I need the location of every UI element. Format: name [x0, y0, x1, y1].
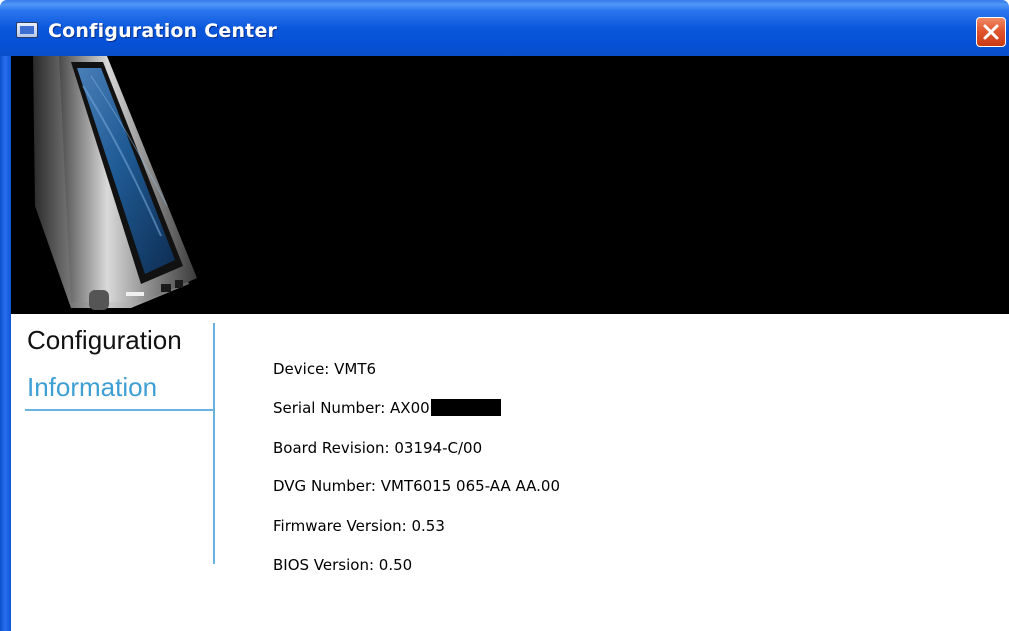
tablet-device-image	[33, 56, 197, 310]
window-title: Configuration Center	[48, 20, 278, 42]
nav-item-underline	[25, 409, 214, 411]
nav-heading: Configuration	[27, 325, 182, 355]
title-bar[interactable]: Configuration Center	[0, 0, 1009, 56]
serial-number-text: Serial Number: AX00	[273, 399, 430, 417]
close-button[interactable]	[976, 17, 1006, 47]
nav-item-information[interactable]: Information	[27, 372, 157, 403]
window-frame-left	[0, 56, 11, 631]
app-window-icon	[16, 22, 38, 38]
firmware-version-row: Firmware Version: 0.53	[273, 517, 445, 535]
nav-divider	[213, 323, 215, 564]
board-revision-row: Board Revision: 03194-C/00	[273, 439, 483, 457]
bios-version-row: BIOS Version: 0.50	[273, 556, 413, 574]
serial-redaction	[430, 399, 501, 416]
content-area: Configuration Information Device: VMT6 S…	[11, 314, 1009, 631]
header-banner	[11, 56, 1009, 314]
serial-number-row: Serial Number: AX00	[273, 399, 501, 417]
dvg-number-row: DVG Number: VMT6015 065-AA AA.00	[273, 477, 561, 495]
close-icon	[983, 24, 999, 40]
configuration-center-window: Configuration Center Configuration Infor…	[0, 0, 1009, 631]
device-row: Device: VMT6	[273, 360, 377, 378]
